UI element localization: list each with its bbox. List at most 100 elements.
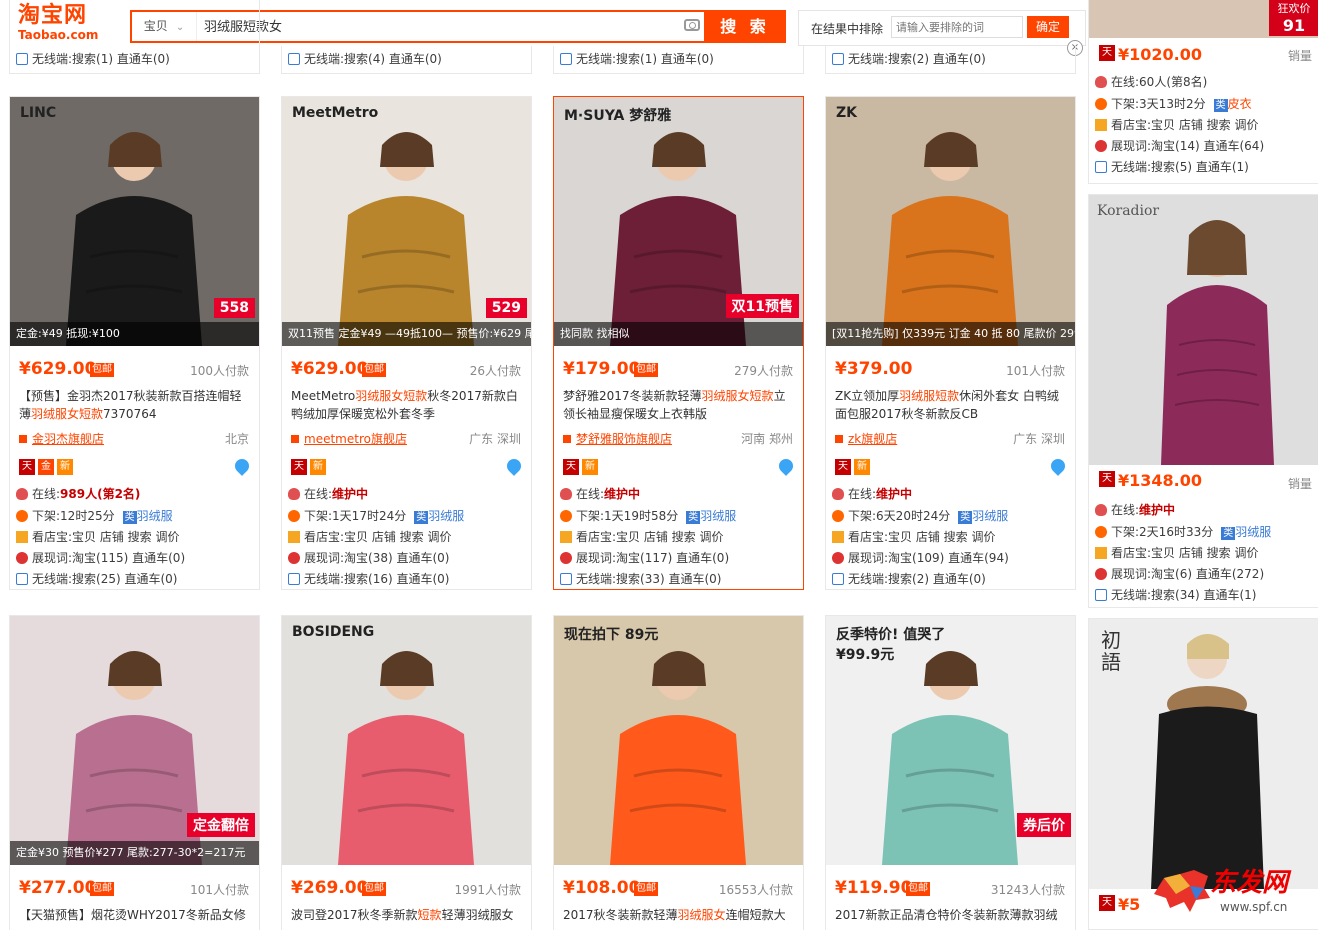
- view-tools[interactable]: 看店宝:宝贝 店铺 搜索 调价: [16, 528, 180, 545]
- view-text[interactable]: 看店宝:宝贝 店铺 搜索 调价: [576, 530, 724, 544]
- view-text[interactable]: 看店宝:宝贝 店铺 搜索 调价: [1111, 546, 1259, 560]
- offshelf-stats: 下架:2天16时33分类羽绒服: [1095, 523, 1271, 540]
- category-link[interactable]: 羽绒服: [428, 509, 464, 523]
- product-image[interactable]: MeetMetro 双11预售 定金¥49 —49抵100— 预售价:¥629 尾…: [282, 97, 531, 346]
- search-button[interactable]: 搜 索: [704, 10, 786, 43]
- view-text[interactable]: 看店宝:宝贝 店铺 搜索 调价: [1111, 118, 1259, 132]
- title-text[interactable]: ZK立领加厚: [835, 389, 899, 403]
- product-title[interactable]: 2017秋冬装新款轻薄羽绒服女连帽短款大: [563, 906, 795, 924]
- mobile-stats: 无线端:搜索(2) 直通车(0): [832, 570, 986, 587]
- wangwang-icon[interactable]: [232, 456, 252, 476]
- mobile-stats-text: 无线端:搜索(1) 直通车(0): [576, 52, 714, 66]
- shop-link[interactable]: 梦舒雅服饰旗舰店: [563, 430, 672, 447]
- product-image[interactable]: Koradior: [1089, 195, 1318, 465]
- category-link[interactable]: 羽绒服: [1235, 525, 1271, 539]
- brand-logo: LINC: [20, 105, 57, 121]
- product-image[interactable]: ZK [双11抢先购] 仅339元 订金 40 抵 80 尾款价 299: [826, 97, 1075, 346]
- search-input[interactable]: [202, 12, 706, 43]
- shop-link[interactable]: meetmetro旗舰店: [291, 430, 407, 447]
- product-card[interactable]: MeetMetro 双11预售 定金¥49 —49抵100— 预售价:¥629 尾…: [281, 96, 532, 590]
- product-title[interactable]: 梦舒雅2017冬装新款轻薄羽绒服女短款立领长袖显瘦保暖女上衣韩版: [563, 387, 795, 423]
- title-text-rest[interactable]: 7370764: [103, 407, 156, 421]
- show-text: 展现词:淘宝(14) 直通车(64): [1111, 139, 1265, 153]
- title-text-rest[interactable]: 连帽短款大: [726, 908, 786, 922]
- product-title[interactable]: 【天猫预售】烟花烫WHY2017冬新品女修: [19, 906, 251, 924]
- wangwang-icon[interactable]: [776, 456, 796, 476]
- title-text[interactable]: 梦舒雅2017冬装新款轻薄: [563, 389, 702, 403]
- title-text[interactable]: MeetMetro: [291, 389, 355, 403]
- exclude-input[interactable]: [891, 16, 1023, 38]
- product-image[interactable]: 狂欢价 91: [1089, 0, 1318, 38]
- side-card-top[interactable]: 狂欢价 91 天 ¥1020.00 销量 在线:60人(第8名) 下架:3天13时2…: [1088, 0, 1318, 184]
- show-text: 展现词:淘宝(117) 直通车(0): [576, 551, 730, 565]
- shop-name[interactable]: meetmetro旗舰店: [304, 432, 407, 446]
- shop-name[interactable]: 金羽杰旗舰店: [32, 432, 104, 446]
- show-stats: 展现词:淘宝(109) 直通车(94): [832, 549, 1009, 566]
- product-title[interactable]: 2017新款正品清仓特价冬装新款薄款羽绒: [835, 906, 1067, 924]
- title-text[interactable]: 2017新款正品清仓特价冬装新款薄款羽绒: [835, 908, 1058, 922]
- title-text[interactable]: 2017秋冬装新款轻薄: [563, 908, 678, 922]
- title-highlight[interactable]: 羽绒服女: [678, 908, 726, 922]
- deal-count: 16553人付款: [718, 883, 793, 897]
- product-card[interactable]: M·SUYA 梦舒雅 找同款 找相似 双11预售 ¥179.00 包邮 279人付款 梦舒雅…: [553, 96, 804, 590]
- online-value: 维护中: [604, 487, 641, 501]
- product-title[interactable]: MeetMetro羽绒服女短款秋冬2017新款白鸭绒加厚保暖宽松外套冬季: [291, 387, 523, 423]
- product-image[interactable]: 初語: [1089, 619, 1318, 889]
- product-card[interactable]: BOSIDENG ¥269.00 包邮 1991人付款 波司登2017秋冬季新款短款轻薄…: [281, 615, 532, 930]
- view-tools[interactable]: 看店宝:宝贝 店铺 搜索 调价: [560, 528, 724, 545]
- title-text[interactable]: 【天猫预售】烟花烫WHY2017冬新品女修: [19, 908, 246, 922]
- product-photo: [282, 616, 531, 865]
- category-link[interactable]: 皮衣: [1228, 97, 1252, 111]
- wangwang-icon[interactable]: [504, 456, 524, 476]
- product-image[interactable]: BOSIDENG: [282, 616, 531, 865]
- product-image[interactable]: LINC 定金:¥49 抵现:¥100 558: [10, 97, 259, 346]
- show-stats: 展现词:淘宝(117) 直通车(0): [560, 549, 729, 566]
- product-title[interactable]: 【预售】金羽杰2017秋装新款百搭连帽轻薄羽绒服女短款7370764: [19, 387, 251, 423]
- category-link[interactable]: 羽绒服: [972, 509, 1008, 523]
- clock-icon: [560, 510, 572, 522]
- product-title[interactable]: 波司登2017秋冬季新款短款轻薄羽绒服女: [291, 906, 523, 924]
- side-card-mid[interactable]: Koradior 天 ¥1348.00 销量 在线:维护中 下架:2天16时33分…: [1088, 194, 1318, 608]
- title-text-rest[interactable]: 轻薄羽绒服女: [442, 908, 514, 922]
- product-image[interactable]: 现在拍下 89元: [554, 616, 803, 865]
- clock-icon: [832, 510, 844, 522]
- category-link[interactable]: 羽绒服: [137, 509, 173, 523]
- shop-name[interactable]: zk旗舰店: [848, 432, 897, 446]
- title-highlight[interactable]: 羽绒服女短款: [702, 389, 774, 403]
- view-tools[interactable]: 看店宝:宝贝 店铺 搜索 调价: [1095, 544, 1259, 561]
- price: ¥1020.00: [1118, 45, 1203, 64]
- title-highlight[interactable]: 羽绒服女短款: [355, 389, 427, 403]
- view-tools[interactable]: 看店宝:宝贝 店铺 搜索 调价: [1095, 116, 1259, 133]
- product-image[interactable]: 反季特价! 值哭了 ¥99.9元 券后价: [826, 616, 1075, 865]
- product-image[interactable]: M·SUYA 梦舒雅 找同款 找相似 双11预售: [554, 97, 803, 346]
- shop-link[interactable]: 金羽杰旗舰店: [19, 430, 104, 447]
- camera-icon[interactable]: [684, 19, 700, 31]
- view-tools[interactable]: 看店宝:宝贝 店铺 搜索 调价: [288, 528, 452, 545]
- view-text[interactable]: 看店宝:宝贝 店铺 搜索 调价: [848, 530, 996, 544]
- view-text[interactable]: 看店宝:宝贝 店铺 搜索 调价: [32, 530, 180, 544]
- title-highlight[interactable]: 羽绒服女短款: [31, 407, 103, 421]
- clock-icon: [1095, 526, 1107, 538]
- product-card[interactable]: 反季特价! 值哭了 ¥99.9元 券后价 ¥119.90 包邮 31243人付款 2017…: [825, 615, 1076, 930]
- product-image[interactable]: 定金¥30 预售价¥277 尾款:277-30*2=217元 定金翻倍: [10, 616, 259, 865]
- view-text[interactable]: 看店宝:宝贝 店铺 搜索 调价: [304, 530, 452, 544]
- product-card[interactable]: 现在拍下 89元 ¥108.00 包邮 16553人付款 2017秋冬装新款轻薄羽绒服女…: [553, 615, 804, 930]
- product-card[interactable]: ZK [双11抢先购] 仅339元 订金 40 抵 80 尾款价 299 ¥379.…: [825, 96, 1076, 590]
- product-card[interactable]: 定金¥30 预售价¥277 尾款:277-30*2=217元 定金翻倍 ¥277.0…: [9, 615, 260, 930]
- exclude-confirm-button[interactable]: 确定: [1027, 16, 1069, 38]
- title-text[interactable]: 波司登2017秋冬季新款: [291, 908, 418, 922]
- category-link[interactable]: 羽绒服: [700, 509, 736, 523]
- product-card[interactable]: LINC 定金:¥49 抵现:¥100 558 ¥629.00 包邮 100人付款 【预售】…: [9, 96, 260, 590]
- shop-name[interactable]: 梦舒雅服饰旗舰店: [576, 432, 672, 446]
- title-highlight[interactable]: 羽绒服短款: [899, 389, 959, 403]
- online-label: 在线:: [576, 487, 605, 501]
- show-stats: 展现词:淘宝(115) 直通车(0): [16, 549, 185, 566]
- brand-logo: 现在拍下 89元: [564, 627, 659, 643]
- wangwang-icon[interactable]: [1048, 456, 1068, 476]
- category-icon: 类: [686, 511, 701, 524]
- title-highlight[interactable]: 短款: [418, 908, 442, 922]
- show-text: 展现词:淘宝(38) 直通车(0): [304, 551, 450, 565]
- view-tools[interactable]: 看店宝:宝贝 店铺 搜索 调价: [832, 528, 996, 545]
- shop-link[interactable]: zk旗舰店: [835, 430, 897, 447]
- product-title[interactable]: ZK立领加厚羽绒服短款休闲外套女 白鸭绒面包服2017秋冬新款反CB: [835, 387, 1067, 423]
